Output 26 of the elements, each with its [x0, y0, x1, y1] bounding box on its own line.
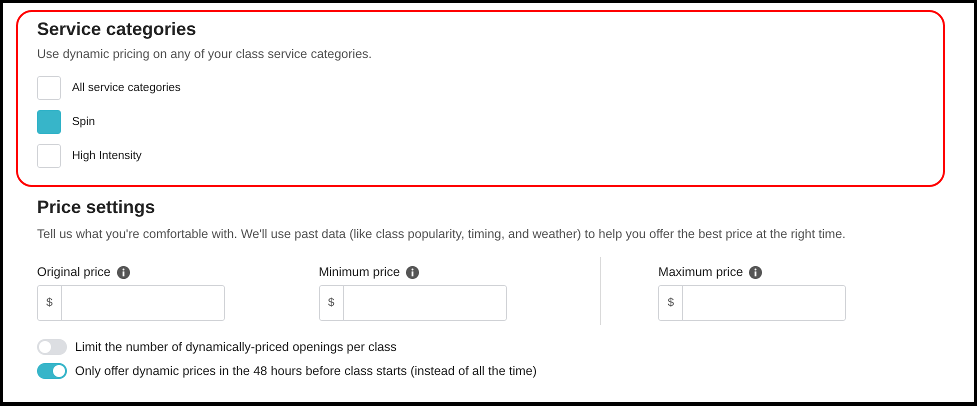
- info-icon[interactable]: [749, 266, 762, 278]
- currency-prefix: $: [320, 286, 344, 320]
- field-label: Minimum price: [318, 265, 400, 279]
- checkbox[interactable]: [37, 110, 61, 134]
- checkbox-label: High Intensity: [72, 150, 142, 162]
- toggle-switch[interactable]: [37, 363, 67, 379]
- price-field[interactable]: $: [318, 285, 507, 321]
- section-title: Service categories: [37, 18, 198, 41]
- checkbox-label: All service categories: [72, 82, 181, 94]
- toggle-label: Limit the number of dynamically-priced openings per class: [75, 340, 397, 354]
- checkbox[interactable]: [37, 144, 61, 168]
- info-icon[interactable]: [406, 266, 419, 278]
- currency-prefix: $: [659, 286, 684, 320]
- toggle-switch[interactable]: [37, 339, 67, 355]
- field-label: Maximum price: [658, 265, 744, 279]
- currency-prefix: $: [38, 286, 62, 320]
- section-description: Tell us what you're comfortable with. We'll use past data (like class popularity, timing, and weather) to help you offer the best price at the right time.: [37, 227, 847, 241]
- checkbox-label: Spin: [72, 116, 96, 128]
- field-label: Original price: [37, 265, 111, 279]
- toggle-label: Only offer dynamic prices in the 48 hours before class starts (instead of all the time): [75, 364, 537, 378]
- section-description: Use dynamic pricing on any of your class service categories.: [37, 47, 373, 61]
- info-icon[interactable]: [116, 266, 130, 278]
- section-title: Price settings: [37, 196, 156, 219]
- price-field[interactable]: $: [37, 285, 225, 321]
- price-field[interactable]: $: [658, 285, 846, 321]
- checkbox[interactable]: [37, 76, 61, 100]
